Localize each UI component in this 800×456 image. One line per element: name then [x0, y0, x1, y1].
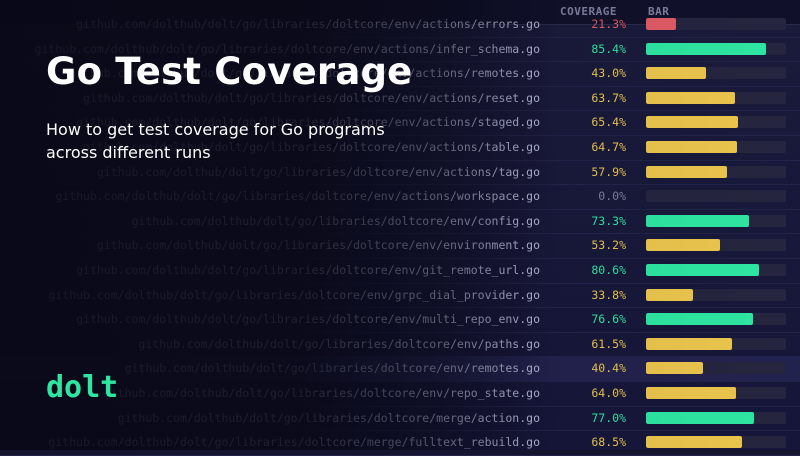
coverage-bar-track	[646, 411, 786, 424]
coverage-bar-track	[646, 18, 786, 30]
coverage-percent: 33.8%	[591, 287, 626, 302]
coverage-bar-track	[646, 436, 786, 449]
coverage-bar-fill	[646, 42, 766, 55]
coverage-percent: 64.7%	[591, 140, 626, 154]
coverage-bar-fill	[646, 141, 737, 153]
dolt-logo: dolt	[46, 371, 118, 403]
table-row: github.com/dolthub/dolt/go/libraries/dol…	[0, 430, 800, 456]
coverage-percent: 73.3%	[591, 213, 626, 228]
coverage-percent: 61.5%	[591, 336, 626, 351]
coverage-bar-track	[646, 116, 786, 129]
coverage-percent: 85.4%	[591, 41, 626, 56]
coverage-bar-track	[646, 387, 786, 399]
coverage-bar-track	[646, 42, 786, 55]
dolt-logo-text: dolt	[46, 371, 118, 403]
coverage-bar-track	[646, 313, 786, 326]
coverage-bar-track	[646, 91, 786, 104]
coverage-percent: 40.4%	[591, 361, 626, 376]
coverage-percent: 68.5%	[591, 435, 626, 450]
coverage-bar-track	[646, 288, 786, 301]
coverage-percent: 64.0%	[591, 386, 626, 400]
coverage-bar-track	[646, 264, 786, 276]
page-title: Go Test Coverage	[46, 50, 413, 93]
table-row: github.com/dolthub/dolt/go/libraries/dol…	[0, 307, 800, 333]
coverage-bar-fill	[646, 67, 707, 80]
coverage-bar-track	[646, 362, 786, 375]
table-row: github.com/dolthub/dolt/go/libraries/dol…	[0, 233, 800, 259]
coverage-percent: 53.2%	[591, 238, 626, 253]
table-row: github.com/dolthub/dolt/go/libraries/dol…	[0, 332, 800, 358]
coverage-bar-fill	[646, 264, 759, 276]
coverage-percent: 63.7%	[591, 90, 626, 105]
coverage-percent: 65.4%	[591, 115, 626, 130]
file-path: github.com/dolthub/dolt/go/libraries/dol…	[76, 17, 540, 31]
coverage-bar-track	[646, 190, 786, 203]
table-row: github.com/dolthub/dolt/go/libraries/dol…	[0, 209, 800, 235]
coverage-bar-track	[646, 67, 786, 80]
coverage-bar-fill	[646, 313, 754, 326]
file-path: github.com/dolthub/dolt/go/libraries/dol…	[76, 312, 540, 327]
coverage-percent: 43.0%	[591, 66, 626, 81]
coverage-bar-fill	[646, 362, 703, 375]
coverage-bar-fill	[646, 239, 721, 252]
coverage-bar-fill	[646, 165, 728, 178]
coverage-percent: 0.0%	[598, 189, 626, 204]
coverage-bar-fill	[646, 288, 694, 301]
coverage-bar-track	[646, 239, 786, 252]
coverage-percent: 57.9%	[591, 164, 626, 179]
coverage-bar-track	[646, 214, 786, 227]
coverage-bar-fill	[646, 436, 742, 449]
coverage-percent: 77.0%	[591, 410, 626, 425]
file-path: github.com/dolthub/dolt/go/libraries/dol…	[76, 263, 540, 277]
file-path: github.com/dolthub/dolt/go/libraries/dol…	[48, 435, 540, 450]
coverage-bar-fill	[646, 337, 733, 350]
table-row: github.com/dolthub/dolt/go/libraries/dol…	[0, 283, 800, 309]
file-path: github.com/dolthub/dolt/go/libraries/dol…	[48, 287, 540, 302]
file-path: github.com/dolthub/dolt/go/libraries/dol…	[96, 164, 540, 179]
file-path: github.com/dolthub/dolt/go/libraries/dol…	[131, 213, 541, 228]
coverage-percent: 21.3%	[591, 17, 626, 31]
coverage-bar-track	[646, 165, 786, 178]
coverage-bar-track	[646, 337, 786, 350]
coverage-bar-fill	[646, 411, 754, 424]
coverage-bar-fill	[646, 18, 676, 30]
table-row: github.com/dolthub/dolt/go/libraries/dol…	[0, 184, 800, 210]
table-row: github.com/dolthub/dolt/go/libraries/dol…	[0, 12, 800, 38]
page-subtitle: How to get test coverage for Go programs…	[46, 120, 385, 162]
coverage-bar-fill	[646, 387, 736, 399]
coverage-bar-fill	[646, 214, 749, 227]
table-row: github.com/dolthub/dolt/go/libraries/dol…	[0, 406, 800, 432]
table-row: github.com/dolthub/dolt/go/libraries/dol…	[0, 258, 800, 284]
coverage-percent: 80.6%	[591, 263, 626, 277]
file-path: github.com/dolthub/dolt/go/libraries/dol…	[96, 238, 540, 253]
file-path: github.com/dolthub/dolt/go/libraries/dol…	[138, 336, 540, 351]
coverage-bar-track	[646, 141, 786, 153]
file-path: github.com/dolthub/dolt/go/libraries/dol…	[55, 189, 540, 204]
coverage-percent: 76.6%	[591, 312, 626, 327]
coverage-bar-fill	[646, 91, 736, 104]
coverage-bar-fill	[646, 116, 738, 129]
file-path: github.com/dolthub/dolt/go/libraries/dol…	[117, 410, 540, 425]
